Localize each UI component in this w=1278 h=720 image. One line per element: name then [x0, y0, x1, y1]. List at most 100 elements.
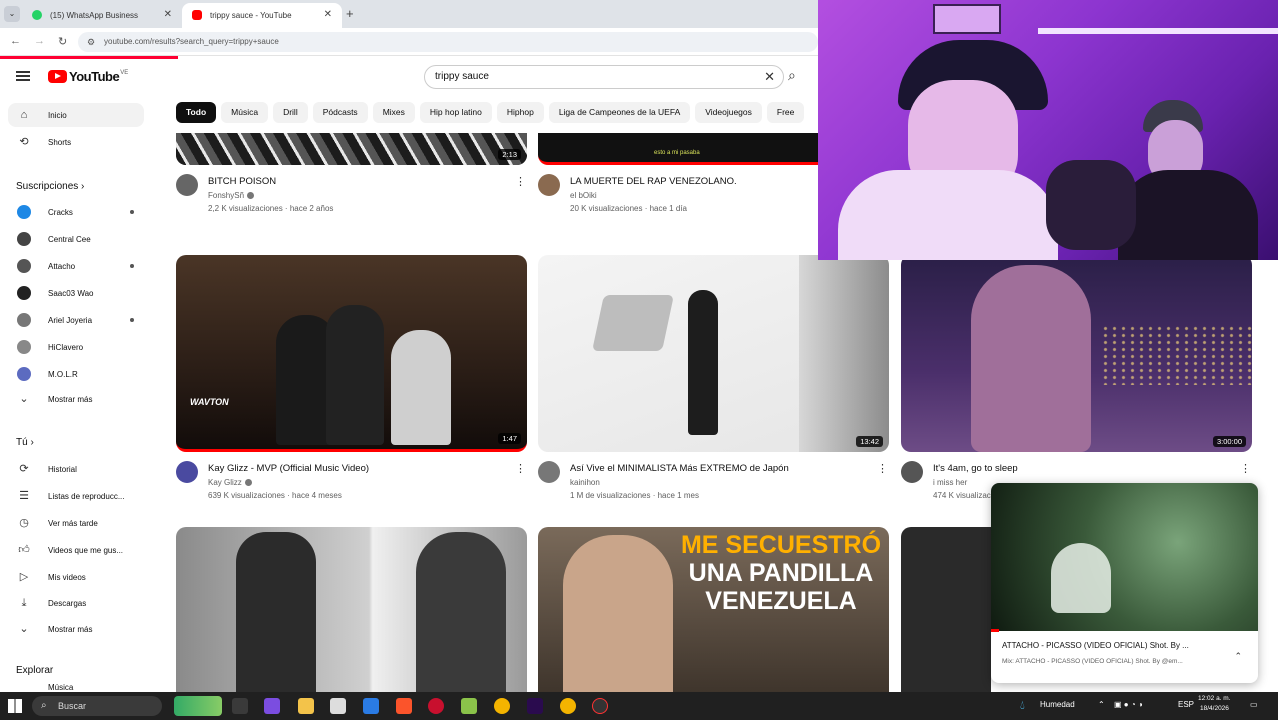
sidebar-sub-item[interactable]: Ariel Joyeria — [8, 308, 144, 332]
more-options-icon[interactable]: ⋮ — [877, 462, 888, 475]
back-icon[interactable]: ← — [10, 35, 21, 47]
chip-uefa[interactable]: Liga de Campeones de la UEFA — [548, 102, 691, 123]
youtube-logo[interactable]: YouTube VE — [48, 69, 128, 84]
new-tab-button[interactable]: + — [346, 6, 354, 21]
more-options-icon[interactable]: ⋮ — [1240, 462, 1251, 475]
search-input[interactable]: trippy sauce ✕ — [424, 65, 784, 89]
sidebar-sub-item[interactable]: Cracks — [8, 200, 144, 224]
video-title[interactable]: Kay Glizz - MVP (Official Music Video) — [208, 463, 369, 474]
tab-title: (15) WhatsApp Business — [50, 11, 139, 20]
channel-avatar[interactable] — [176, 174, 198, 196]
video-thumbnail[interactable]: WAVTON 1:47 — [176, 255, 527, 452]
copilot-icon[interactable] — [264, 698, 280, 714]
windows-start-icon[interactable] — [8, 699, 22, 713]
channel-name[interactable]: Kay Glizz — [208, 478, 252, 487]
tray-chevron-icon[interactable]: ⌃ — [1098, 700, 1105, 709]
sidebar-item-shorts[interactable]: ⟲ Shorts — [8, 130, 144, 154]
more-options-icon[interactable]: ⋮ — [515, 175, 526, 188]
chip-todo[interactable]: Todo — [176, 102, 217, 123]
chip-drill[interactable]: Drill — [273, 102, 308, 123]
video-title[interactable]: LA MUERTE DEL RAP VENEZOLANO. — [570, 176, 737, 187]
channel-avatar[interactable] — [538, 461, 560, 483]
obs-icon[interactable] — [592, 698, 608, 714]
close-icon[interactable]: ✕ — [164, 9, 172, 20]
sidebar-sub-item[interactable]: Attacho — [8, 254, 144, 278]
notification-icon[interactable]: ▭ — [1250, 700, 1258, 709]
sidebar-sub-item[interactable]: Central Cee — [8, 227, 144, 251]
channel-avatar[interactable] — [176, 461, 198, 483]
tab-whatsapp[interactable]: (15) WhatsApp Business ✕ — [22, 3, 182, 28]
video-thumbnail[interactable] — [176, 527, 527, 692]
url-field[interactable]: ⚙ youtube.com/results?search_query=tripp… — [78, 32, 818, 52]
you-header[interactable]: Tú › — [16, 437, 34, 448]
forward-icon[interactable]: → — [34, 35, 45, 47]
video-title[interactable]: BITCH POISON — [208, 176, 276, 187]
chip-hip-hop-latino[interactable]: Hip hop latino — [419, 102, 492, 123]
mini-player[interactable]: ATTACHO - PICASSO (VIDEO OFICIAL) Shot. … — [991, 483, 1258, 683]
sidebar-sub-item[interactable]: Saac03 Wao — [8, 281, 144, 305]
clear-search-icon[interactable]: ✕ — [764, 66, 775, 88]
more-options-icon[interactable]: ⋮ — [515, 462, 526, 475]
video-thumbnail[interactable]: esto a mi pasaba — [538, 133, 818, 165]
app-icon[interactable] — [461, 698, 477, 714]
clock-time[interactable]: 12:02 a. m. — [1198, 695, 1231, 702]
chrome-icon[interactable] — [494, 698, 510, 714]
site-info-icon[interactable]: ⚙ — [87, 32, 95, 52]
channel-avatar[interactable] — [901, 461, 923, 483]
mini-player-video[interactable] — [991, 483, 1258, 631]
tab-youtube[interactable]: trippy sauce - YouTube ✕ — [182, 3, 342, 28]
channel-avatar[interactable] — [538, 174, 560, 196]
sidebar-sub-item[interactable]: M.O.L.R — [8, 362, 144, 386]
video-title[interactable]: It's 4am, go to sleep — [933, 463, 1018, 474]
store-icon[interactable] — [330, 698, 346, 714]
subscriptions-header[interactable]: Suscripciones › — [16, 181, 84, 192]
taskbar-search-input[interactable]: ⌕ Buscar — [32, 696, 162, 716]
sidebar-item-downloads[interactable]: ⤓ Descargas — [8, 591, 144, 615]
channel-name[interactable]: i miss her — [933, 478, 967, 487]
clock-date[interactable]: 18/4/2026 — [1200, 705, 1229, 712]
chip-hiphop[interactable]: Hiphop — [496, 102, 544, 123]
premiere-icon[interactable] — [527, 698, 543, 714]
video-thumbnail[interactable]: 3:00:00 — [901, 255, 1252, 452]
sidebar-item-playlists[interactable]: ☰ Listas de reproducc... — [8, 484, 144, 508]
chip-mixes[interactable]: Mixes — [372, 102, 415, 123]
language-indicator[interactable]: ESP — [1178, 700, 1194, 709]
weather-label[interactable]: Humedad — [1040, 700, 1075, 709]
mail-icon[interactable] — [363, 698, 379, 714]
video-thumbnail[interactable]: 2:13 — [176, 133, 527, 165]
video-thumbnail[interactable] — [901, 527, 991, 692]
video-thumbnail[interactable]: ME SECUESTRÓ UNA PANDILLA VENEZUELA — [538, 527, 889, 692]
sidebar-item-inicio[interactable]: ⌂ Inicio — [8, 103, 144, 127]
opera-icon[interactable] — [428, 698, 444, 714]
video-title[interactable]: Así Vive el MINIMALISTA Más EXTREMO de J… — [570, 463, 789, 474]
chip-free[interactable]: Free — [766, 102, 805, 123]
search-highlight-image[interactable] — [174, 696, 222, 716]
tray-icons[interactable]: ▣ ● ◔ ◑ — [1114, 700, 1143, 709]
show-more-you[interactable]: ⌄ Mostrar más — [8, 617, 144, 641]
show-more-subscriptions[interactable]: ⌄ Mostrar más — [8, 387, 144, 411]
search-icon[interactable]: ⌕ — [788, 67, 796, 84]
menu-icon[interactable] — [16, 71, 30, 81]
sidebar-item-liked[interactable]: 👍︎ Videos que me gus... — [8, 538, 144, 562]
channel-name[interactable]: kainihon — [570, 478, 600, 487]
close-icon[interactable]: ✕ — [324, 9, 332, 20]
chip-videojuegos[interactable]: Videojuegos — [695, 102, 762, 123]
chip-podcasts[interactable]: Pódcasts — [312, 102, 368, 123]
mini-player-progress[interactable] — [991, 629, 999, 632]
task-view-icon[interactable] — [232, 698, 248, 714]
chevron-up-icon[interactable]: ⌃ — [1234, 651, 1242, 662]
sidebar-item-my-videos[interactable]: ▷ Mis videos — [8, 565, 144, 589]
channel-name[interactable]: FonshySñ — [208, 191, 255, 200]
chip-musica[interactable]: Música — [221, 102, 269, 123]
sidebar-sub-item[interactable]: HiClavero — [8, 335, 144, 359]
tab-search-button[interactable]: ⌄ — [4, 6, 20, 22]
brave-icon[interactable] — [396, 698, 412, 714]
sidebar-item-historial[interactable]: ⟳ Historial — [8, 457, 144, 481]
mini-player-title[interactable]: ATTACHO - PICASSO (VIDEO OFICIAL) Shot. … — [1002, 641, 1189, 650]
channel-name[interactable]: el bOiki — [570, 191, 597, 200]
chrome-icon[interactable] — [560, 698, 576, 714]
sidebar-item-watch-later[interactable]: ◷ Ver más tarde — [8, 511, 144, 535]
reload-icon[interactable]: ↻ — [58, 35, 67, 48]
file-explorer-icon[interactable] — [298, 698, 314, 714]
video-thumbnail[interactable]: 13:42 — [538, 255, 889, 452]
